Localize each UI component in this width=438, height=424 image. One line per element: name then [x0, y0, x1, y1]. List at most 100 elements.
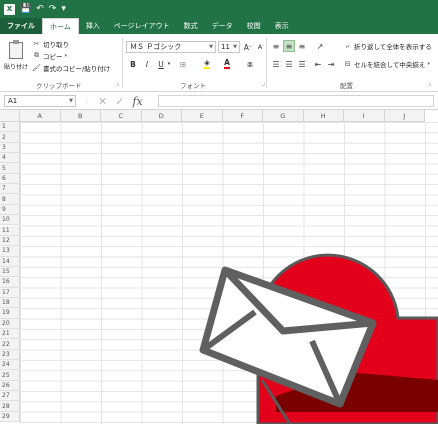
increase-indent-icon[interactable]: ⇥ [325, 58, 337, 70]
wrap-text-button[interactable]: ⤶ 折り返して全体を表示する [343, 40, 432, 52]
font-group-label: フォント [180, 82, 206, 90]
column-header[interactable]: J [384, 110, 425, 122]
column-header[interactable]: I [344, 110, 385, 122]
insert-function-icon[interactable]: fx [132, 95, 142, 108]
cut-label: 切り取り [43, 40, 69, 49]
grow-font-button[interactable]: A ^ [243, 41, 253, 53]
row-header[interactable]: 20 [0, 318, 20, 329]
redo-icon[interactable]: ↷ [49, 4, 57, 14]
row-header[interactable]: 23 [0, 349, 20, 361]
cut-button[interactable]: ✂ 切り取り [32, 38, 69, 49]
spreadsheet-grid: ABCDEFGHIJ 1 2 3 4 5 6 7 8 9 10 11 12 13 14 15 16 17 18 19… [0, 110, 438, 424]
row-header[interactable]: 9 [0, 204, 20, 216]
tab-data[interactable]: データ [205, 18, 240, 34]
row-header[interactable]: 10 [0, 215, 20, 226]
column-header[interactable]: H [303, 110, 344, 122]
align-right-button[interactable]: ☰ [296, 58, 308, 70]
paste-button[interactable]: 貼り付け [4, 40, 28, 76]
enter-icon[interactable]: ✓ [115, 95, 124, 108]
row-header[interactable]: 1 [0, 122, 20, 133]
tab-file[interactable]: ファイル [0, 18, 42, 34]
underline-button[interactable]: U [156, 58, 166, 70]
row-header[interactable]: 17 [0, 287, 20, 298]
column-header[interactable]: C [101, 110, 142, 122]
row-header[interactable]: 18 [0, 297, 20, 309]
italic-button[interactable]: I [142, 58, 152, 70]
chevron-down-icon: ▼ [209, 44, 213, 50]
paste-label: 貼り付け [4, 64, 29, 71]
align-top-button[interactable]: ≡ [270, 40, 282, 52]
undo-icon[interactable]: ↶ [36, 4, 44, 14]
format-painter-label: 書式のコピー/貼り付け [43, 64, 111, 73]
font-color-icon[interactable]: A [220, 58, 234, 70]
row-header[interactable]: 6 [0, 173, 20, 185]
column-header[interactable]: E [182, 110, 223, 122]
font-name-select[interactable]: ＭＳ Ｐゴシック ▼ [126, 41, 216, 53]
customize-quick-access-icon[interactable]: ▾ [61, 4, 66, 14]
clipboard-dialog-launcher-icon[interactable]: ⌟ [116, 80, 119, 87]
row-header[interactable]: 3 [0, 142, 20, 154]
align-center-button[interactable]: ☰ [283, 58, 295, 70]
font-size-select[interactable]: 11 ▼ [218, 41, 240, 53]
cell-area[interactable] [20, 122, 438, 424]
phonetic-guide-icon[interactable]: 亜 [244, 58, 256, 70]
copy-button[interactable]: ⧉ コピー ▾ [32, 50, 69, 61]
bold-button[interactable]: B [128, 58, 138, 70]
shrink-font-button[interactable]: Aˇ [256, 41, 266, 53]
borders-icon[interactable]: ⊞ [176, 58, 190, 70]
row-header[interactable]: 19 [0, 308, 20, 319]
row-header[interactable]: 8 [0, 194, 20, 205]
save-icon[interactable]: 💾 [20, 4, 31, 14]
column-header[interactable]: F [222, 110, 263, 122]
row-header[interactable]: 28 [0, 401, 20, 412]
select-all-button[interactable] [0, 110, 20, 122]
column-header[interactable]: B [60, 110, 101, 122]
alignment-dialog-launcher-icon[interactable]: ⌟ [428, 80, 431, 87]
row-header[interactable]: 15 [0, 266, 20, 278]
copy-label: コピー [43, 52, 63, 61]
name-box[interactable]: A1 ▼ [4, 95, 76, 107]
column-header[interactable]: D [141, 110, 182, 122]
row-header[interactable]: 22 [0, 339, 20, 350]
column-header[interactable]: A [20, 110, 61, 122]
row-header[interactable]: 14 [0, 256, 20, 267]
group-divider [266, 38, 267, 88]
row-header[interactable]: 25 [0, 370, 20, 381]
row-header[interactable]: 4 [0, 153, 20, 164]
align-bottom-button[interactable]: ≡ [296, 40, 308, 52]
font-dialog-launcher-icon[interactable]: ⌟ [262, 80, 265, 87]
row-header[interactable]: 12 [0, 235, 20, 247]
row-header[interactable]: 7 [0, 184, 20, 195]
tab-home[interactable]: ホーム [42, 18, 79, 34]
row-header[interactable]: 13 [0, 246, 20, 257]
format-painter-button[interactable]: 🖌 書式のコピー/貼り付け [32, 62, 110, 73]
cancel-icon[interactable]: ✕ [98, 95, 107, 108]
formula-input[interactable] [158, 95, 434, 107]
tab-page-layout[interactable]: ページレイアウト [107, 18, 177, 34]
fill-color-icon[interactable]: ◈ [200, 58, 214, 70]
tab-view[interactable]: 表示 [268, 18, 296, 34]
wrap-text-icon: ⤶ [345, 41, 350, 50]
chevron-down-icon[interactable]: ▾ [166, 58, 172, 70]
row-header[interactable]: 29 [0, 411, 20, 423]
align-middle-button[interactable]: ≡ [283, 40, 295, 52]
align-left-button[interactable]: ☰ [270, 58, 282, 70]
tab-insert[interactable]: 挿入 [79, 18, 107, 34]
decrease-indent-icon[interactable]: ⇤ [312, 58, 324, 70]
row-header[interactable]: 2 [0, 132, 20, 143]
row-header[interactable]: 16 [0, 277, 20, 288]
ribbon-tabs: ファイル ホーム 挿入 ページレイアウト 数式 データ 校閲 表示 [0, 18, 438, 34]
column-header[interactable]: G [263, 110, 304, 122]
row-header[interactable]: 11 [0, 225, 20, 236]
merge-center-button[interactable]: ⊟ セルを結合して中央揃え ▾ [343, 58, 432, 70]
more-options-icon: ⋮ [84, 97, 90, 105]
orientation-icon[interactable]: ↗ [314, 40, 326, 52]
row-header[interactable]: 21 [0, 329, 20, 340]
row-header[interactable]: 24 [0, 360, 20, 371]
tab-review[interactable]: 校閲 [240, 18, 268, 34]
alignment-group-label: 配置 [340, 82, 353, 90]
row-header[interactable]: 26 [0, 380, 20, 392]
row-header[interactable]: 27 [0, 391, 20, 402]
row-header[interactable]: 5 [0, 163, 20, 174]
tab-formulas[interactable]: 数式 [177, 18, 205, 34]
